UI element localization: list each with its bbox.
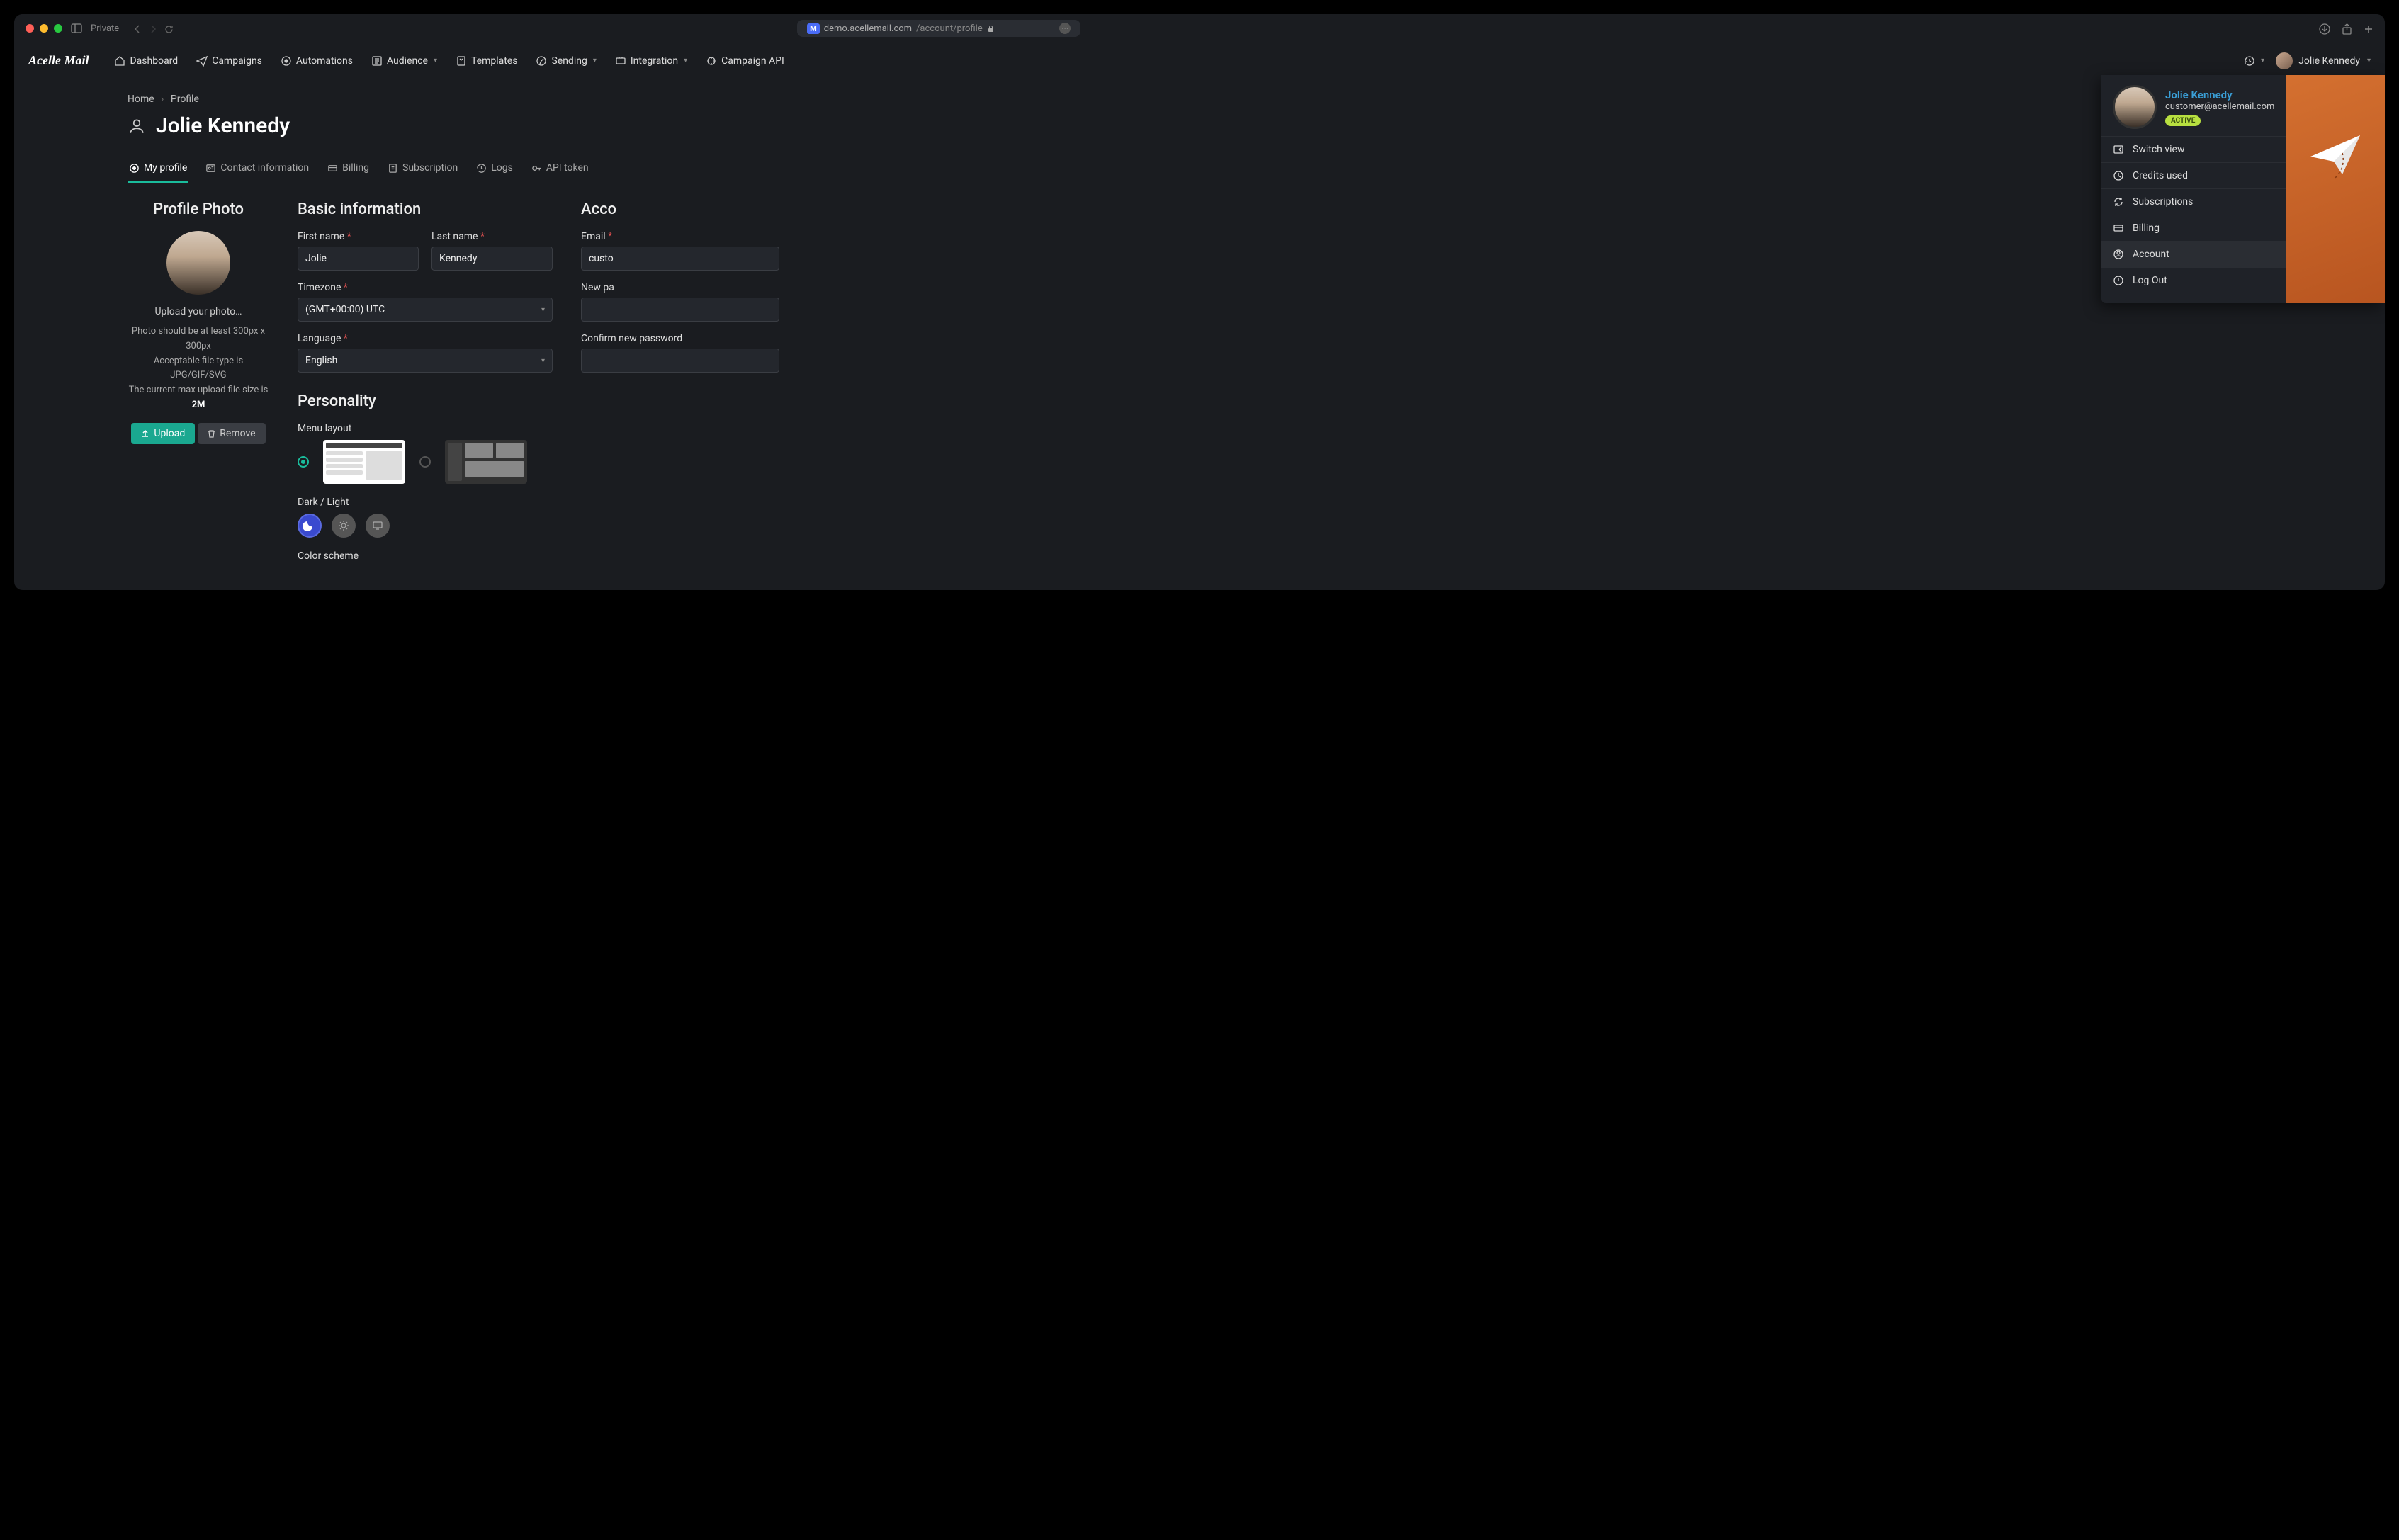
language-select[interactable]: English▾ bbox=[298, 349, 553, 373]
color-scheme-label: Color scheme bbox=[298, 550, 553, 562]
last-name-label: Last name * bbox=[431, 231, 553, 242]
dd-subscriptions[interactable]: Subscriptions bbox=[2101, 188, 2286, 215]
email-input[interactable] bbox=[581, 247, 779, 271]
dd-switch-view[interactable]: Switch view bbox=[2101, 136, 2286, 162]
content: Home › Profile Jolie Kennedy My profile … bbox=[14, 79, 2385, 590]
layout-thumb-top[interactable] bbox=[323, 440, 405, 484]
close-window-button[interactable] bbox=[26, 24, 34, 33]
menu-layout-label: Menu layout bbox=[298, 423, 553, 434]
brand-logo[interactable]: Acelle Mail bbox=[28, 53, 89, 68]
sidebar-toggle-icon[interactable] bbox=[71, 23, 82, 34]
nav-history[interactable]: ▾ bbox=[2237, 51, 2271, 71]
nav-dashboard[interactable]: Dashboard bbox=[107, 51, 185, 71]
timezone-label: Timezone * bbox=[298, 282, 553, 293]
chevron-down-icon: ▾ bbox=[2367, 57, 2371, 64]
layout-thumb-side[interactable] bbox=[445, 440, 527, 484]
nav-automations[interactable]: Automations bbox=[273, 51, 360, 71]
first-name-label: First name * bbox=[298, 231, 419, 242]
breadcrumb-current: Profile bbox=[171, 94, 199, 105]
dd-logout[interactable]: Log Out bbox=[2101, 267, 2286, 293]
chevron-down-icon: ▾ bbox=[593, 57, 597, 64]
dark-light-label: Dark / Light bbox=[298, 497, 553, 508]
dd-credits[interactable]: Credits used bbox=[2101, 162, 2286, 188]
account-heading: Acco bbox=[581, 200, 779, 218]
minimize-window-button[interactable] bbox=[40, 24, 48, 33]
theme-dark-button[interactable] bbox=[298, 514, 322, 538]
new-password-label: New pa bbox=[581, 282, 779, 293]
url-host: demo.acellemail.com bbox=[824, 23, 912, 34]
theme-auto-button[interactable] bbox=[366, 514, 390, 538]
remove-button[interactable]: Remove bbox=[198, 423, 265, 444]
tab-logs[interactable]: Logs bbox=[475, 155, 514, 183]
downloads-icon[interactable] bbox=[2319, 22, 2330, 35]
confirm-password-label: Confirm new password bbox=[581, 333, 779, 344]
chevron-down-icon: ▾ bbox=[684, 57, 687, 64]
basic-heading: Basic information bbox=[298, 200, 553, 218]
first-name-input[interactable] bbox=[298, 247, 419, 271]
dd-billing[interactable]: Billing bbox=[2101, 215, 2286, 241]
lock-icon bbox=[987, 25, 995, 33]
user-menu-trigger[interactable]: Jolie Kennedy ▾ bbox=[2276, 52, 2371, 69]
email-label: Email * bbox=[581, 231, 779, 242]
photo-requirements: Photo should be at least 300px x 300px A… bbox=[128, 324, 269, 413]
new-tab-icon[interactable] bbox=[2364, 22, 2373, 35]
chevron-down-icon: ▾ bbox=[2261, 57, 2264, 64]
nav-audience[interactable]: Audience▾ bbox=[364, 51, 444, 71]
user-dropdown: Jolie Kennedy customer@acellemail.com AC… bbox=[2101, 75, 2385, 303]
chevron-down-icon: ▾ bbox=[434, 57, 437, 64]
forward-button[interactable] bbox=[149, 22, 157, 35]
reload-button[interactable] bbox=[164, 22, 174, 35]
confirm-password-input[interactable] bbox=[581, 349, 779, 373]
status-badge: ACTIVE bbox=[2165, 115, 2201, 126]
dropdown-user-name[interactable]: Jolie Kennedy bbox=[2165, 89, 2274, 101]
back-button[interactable] bbox=[133, 22, 142, 35]
tab-api-token[interactable]: API token bbox=[530, 155, 590, 183]
user-name: Jolie Kennedy bbox=[2298, 55, 2360, 67]
personality-heading: Personality bbox=[298, 392, 553, 410]
paper-plane-icon bbox=[2307, 132, 2371, 181]
more-icon[interactable]: ⋯ bbox=[1059, 23, 1071, 34]
tab-contact[interactable]: Contact information bbox=[204, 155, 310, 183]
language-label: Language * bbox=[298, 333, 553, 344]
app-window: Private M demo.acellemail.com/account/pr… bbox=[14, 14, 2385, 590]
tabs: My profile Contact information Billing S… bbox=[128, 155, 2356, 183]
nav-templates[interactable]: Templates bbox=[448, 51, 525, 71]
url-bar[interactable]: M demo.acellemail.com/account/profile ⋯ bbox=[797, 20, 1080, 37]
layout-radio-top[interactable] bbox=[298, 456, 309, 468]
dropdown-user-email: customer@acellemail.com bbox=[2165, 101, 2274, 112]
last-name-input[interactable] bbox=[431, 247, 553, 271]
avatar bbox=[2276, 52, 2293, 69]
page-title: Jolie Kennedy bbox=[156, 113, 290, 138]
upload-button[interactable]: Upload bbox=[131, 423, 195, 444]
dropdown-illustration bbox=[2286, 75, 2385, 303]
nav-sending[interactable]: Sending▾ bbox=[529, 51, 603, 71]
breadcrumb-home[interactable]: Home bbox=[128, 94, 154, 105]
dd-account[interactable]: Account bbox=[2101, 241, 2286, 267]
user-icon bbox=[128, 117, 146, 135]
topnav: Acelle Mail Dashboard Campaigns Automati… bbox=[14, 43, 2385, 79]
tab-billing[interactable]: Billing bbox=[326, 155, 371, 183]
tab-my-profile[interactable]: My profile bbox=[128, 155, 188, 183]
nav-campaigns[interactable]: Campaigns bbox=[189, 51, 269, 71]
theme-light-button[interactable] bbox=[332, 514, 356, 538]
upload-hint: Upload your photo… bbox=[128, 306, 269, 317]
tab-subscription[interactable]: Subscription bbox=[386, 155, 459, 183]
share-icon[interactable] bbox=[2342, 22, 2352, 35]
breadcrumb: Home › Profile bbox=[128, 94, 2356, 105]
site-badge: M bbox=[807, 23, 820, 34]
new-password-input[interactable] bbox=[581, 298, 779, 322]
private-label: Private bbox=[91, 23, 119, 34]
profile-photo[interactable] bbox=[166, 231, 230, 295]
traffic-lights bbox=[26, 24, 62, 33]
photo-heading: Profile Photo bbox=[128, 200, 269, 218]
nav-integration[interactable]: Integration▾ bbox=[608, 51, 694, 71]
maximize-window-button[interactable] bbox=[54, 24, 62, 33]
titlebar: Private M demo.acellemail.com/account/pr… bbox=[14, 14, 2385, 43]
dropdown-avatar bbox=[2113, 85, 2157, 129]
timezone-select[interactable]: (GMT+00:00) UTC▾ bbox=[298, 298, 553, 322]
url-path: /account/profile bbox=[916, 23, 983, 34]
layout-radio-side[interactable] bbox=[419, 456, 431, 468]
nav-campaign-api[interactable]: Campaign API bbox=[699, 51, 791, 71]
